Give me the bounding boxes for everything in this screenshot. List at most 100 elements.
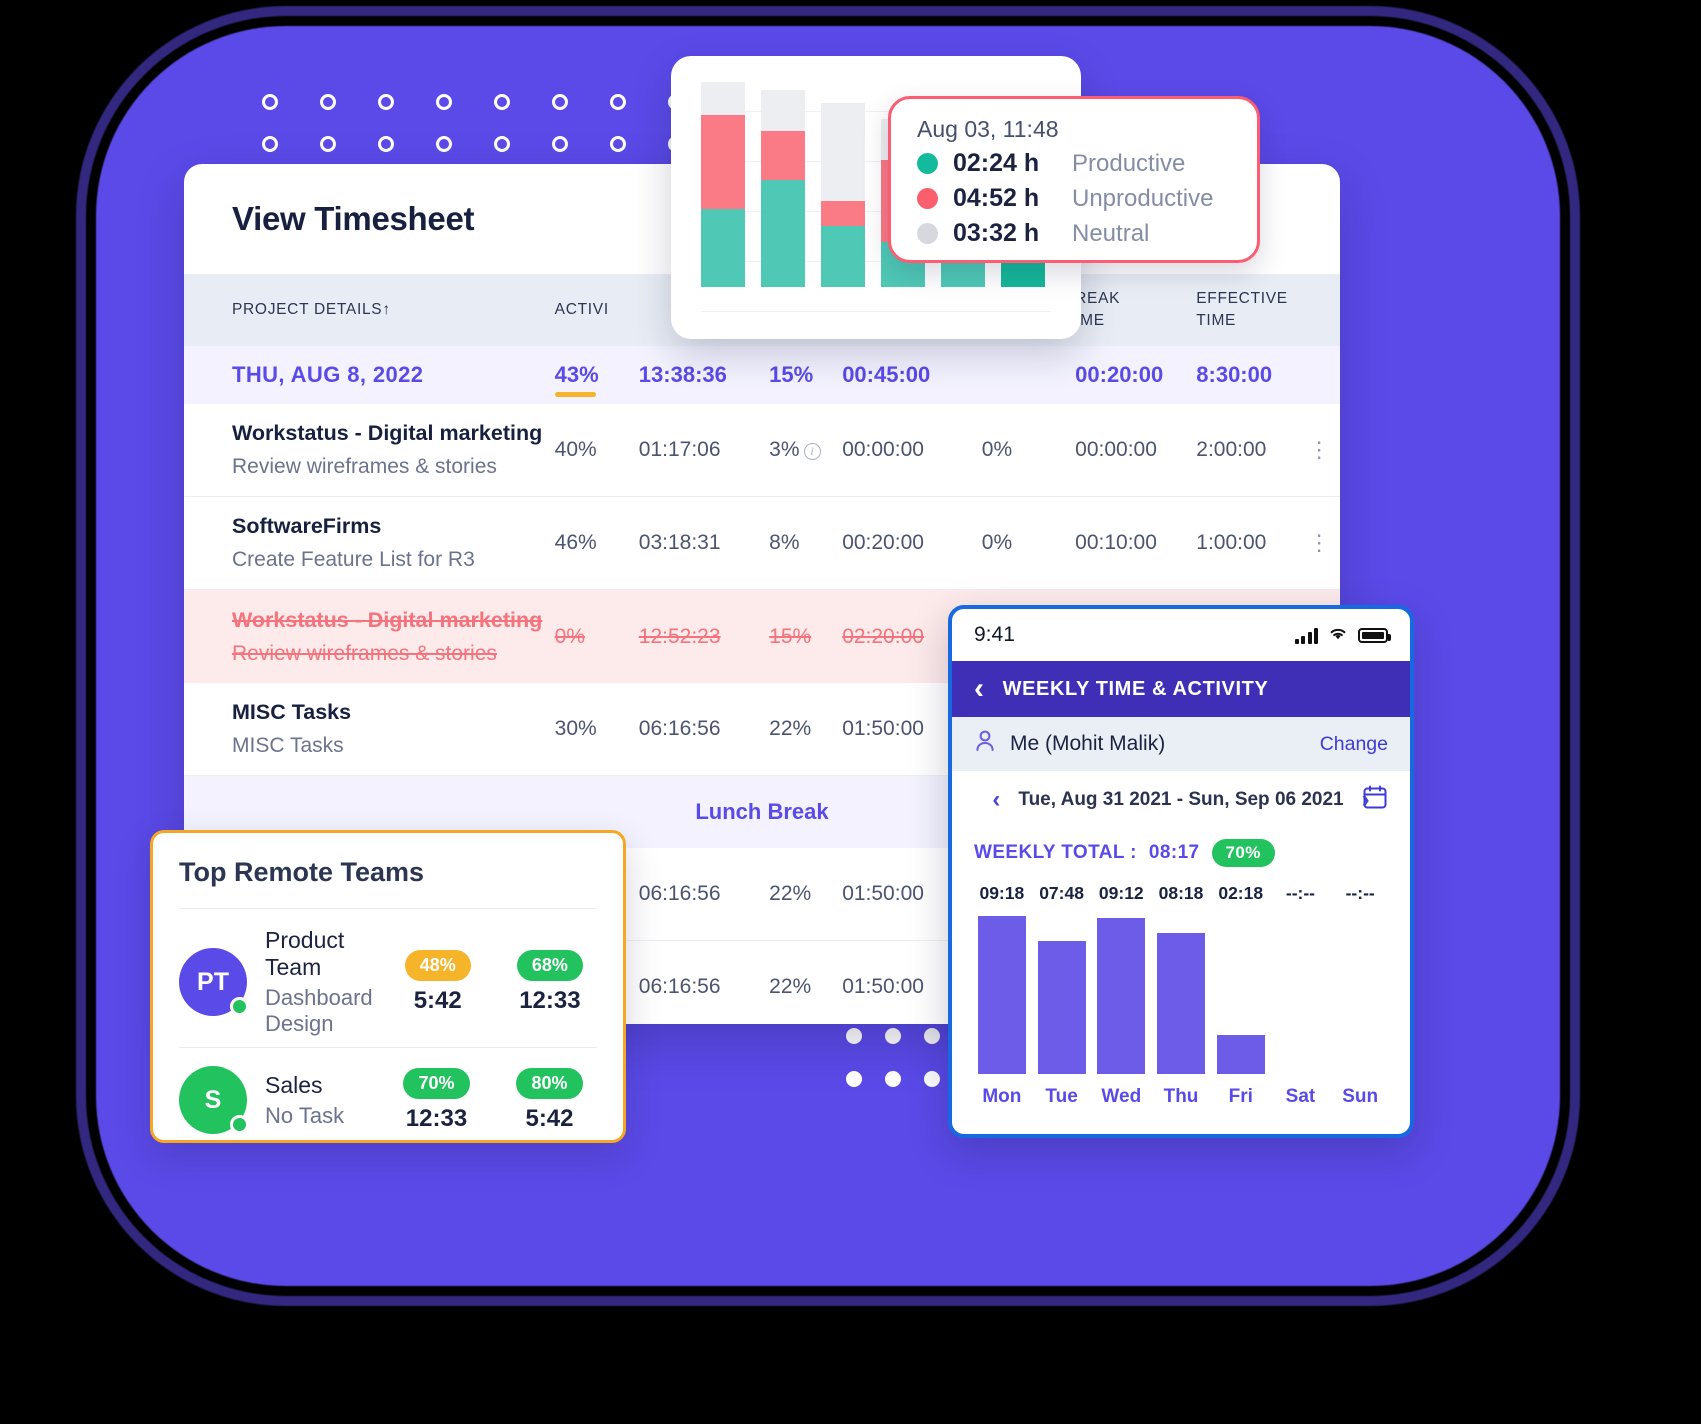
chart-bar-segment: [821, 200, 865, 226]
change-user-button[interactable]: Change: [1320, 733, 1388, 756]
chart-bar-segment: [761, 90, 805, 132]
summary-activity-value: 43%: [554, 362, 599, 397]
decorative-dot: [378, 94, 394, 110]
weekly-day-label: Thu: [1163, 1086, 1199, 1107]
weekly-value-label: 02:18: [1218, 883, 1264, 903]
weekly-bar[interactable]: [1037, 941, 1086, 1074]
decorative-dot: [885, 1028, 901, 1044]
top-remote-teams-title: Top Remote Teams: [179, 857, 425, 887]
summary-idle: 15%: [769, 362, 814, 387]
column-header-break-line1: REAK: [1075, 289, 1121, 307]
calendar-icon[interactable]: [1362, 784, 1388, 816]
back-chevron-icon[interactable]: ‹: [974, 672, 985, 706]
team-task: No Task: [265, 1102, 345, 1128]
weekly-day-label: Wed: [1101, 1086, 1142, 1107]
chart-bar-segment: [761, 131, 805, 181]
status-bar-icons: [1294, 623, 1391, 647]
row-project-subtitle: MISC Tasks: [232, 734, 344, 757]
row-break: 00:10:00: [1075, 531, 1157, 554]
weekly-day-label: Tue: [1045, 1086, 1078, 1107]
team-stat-time: 5:42: [413, 986, 462, 1014]
team-stat-primary: 70% 12:33: [389, 1067, 484, 1133]
chart-bar-segment: [761, 180, 805, 287]
online-presence-icon: [230, 1115, 249, 1134]
chart-bar: [821, 102, 865, 287]
weekly-value-label: 09:12: [1098, 883, 1144, 903]
mobile-app-window: 9:41 ‹ WEEKLY TIME & ACTIVITY Me (Mohit …: [948, 605, 1414, 1138]
row-manual-pct: 0%: [981, 438, 1013, 461]
decorative-dot: [494, 136, 510, 152]
table-row[interactable]: SoftwareFirms Create Feature List for R3…: [184, 497, 1340, 590]
avatar: S: [179, 1066, 249, 1134]
team-stat-secondary: 68% 12:33: [503, 949, 597, 1015]
team-info: Product Team Dashboard Design: [265, 927, 373, 1037]
weekly-value-label: 09:18: [979, 883, 1025, 903]
chart-bar-segment: [701, 114, 745, 210]
weekly-bar[interactable]: [1097, 917, 1146, 1074]
weekly-bar[interactable]: [1216, 1034, 1265, 1074]
decorative-dot: [885, 1071, 901, 1087]
phone-date-range-row: ‹ Tue, Aug 31 2021 - Sun, Sep 06 2021 ›: [952, 771, 1410, 829]
team-name: Product Team: [265, 927, 345, 980]
list-item[interactable]: S Sales No Task 70% 12:33 80% 5:42: [179, 1047, 597, 1144]
status-badge: 48%: [404, 949, 471, 981]
row-time: 06:16:56: [638, 882, 721, 905]
column-header-project-details[interactable]: PROJECT DETAILS↑: [184, 301, 549, 319]
row-idle: 15%: [769, 624, 812, 648]
row-effective: 2:00:00: [1196, 438, 1267, 461]
team-stat-time: 5:42: [525, 1104, 574, 1132]
screenshot-root: View Timesheet PROJECT DETAILS↑ ACTIVI R…: [0, 0, 1701, 1424]
column-header-effective-line2: TIME: [1196, 312, 1237, 329]
avatar-initials: PT: [197, 967, 229, 996]
decorative-dot: [320, 94, 336, 110]
row-manual-pct: 0%: [981, 531, 1013, 554]
phone-app-title: WEEKLY TIME & ACTIVITY: [1002, 677, 1269, 700]
summary-time: 13:38:36: [638, 362, 727, 387]
decorative-dot: [924, 1028, 940, 1044]
phone-user-row[interactable]: Me (Mohit Malik) Change: [952, 717, 1410, 771]
row-project-subtitle: Create Feature List for R3: [232, 548, 475, 571]
chart-tooltip: Aug 03, 11:48 02:24 h Productive 04:52 h…: [888, 96, 1260, 263]
row-manual: 00:00:00: [842, 438, 924, 461]
row-project-subtitle: Review wireframes & stories: [232, 641, 497, 665]
decorative-dot-grid-bottom: [846, 1028, 963, 1114]
column-header-break-time[interactable]: REAK IME: [1069, 288, 1190, 333]
list-item[interactable]: PT Product Team Dashboard Design 48% 5:4…: [179, 908, 597, 1047]
decorative-dot: [262, 94, 278, 110]
table-row-day-summary[interactable]: THU, AUG 8, 2022 43% 13:38:36 15% 00:45:…: [184, 346, 1340, 404]
row-menu-button[interactable]: ⋮: [1302, 439, 1340, 461]
chart-bar-segment: [701, 82, 745, 115]
chart-bar-segment: [821, 102, 865, 201]
tooltip-item-neutral: 03:32 h Neutral: [917, 219, 1231, 248]
row-project-title: MISC Tasks: [232, 700, 352, 724]
weekly-bar[interactable]: [1157, 933, 1206, 1074]
row-project-title: SoftwareFirms: [232, 514, 382, 538]
row-break: 00:00:00: [1075, 438, 1157, 461]
decorative-dot: [494, 94, 510, 110]
table-row[interactable]: Workstatus - Digital marketing Review wi…: [184, 404, 1340, 497]
row-menu-button[interactable]: ⋮: [1302, 532, 1340, 554]
prev-week-button[interactable]: ‹: [992, 786, 1000, 814]
weekly-value-label: 07:48: [1039, 883, 1084, 903]
row-project-title: Workstatus - Digital marketing: [232, 607, 543, 632]
weekly-bar-slot: [1330, 916, 1390, 1074]
row-project-title: Workstatus - Digital marketing: [232, 421, 543, 445]
weekly-day-label: Fri: [1228, 1086, 1253, 1107]
team-name: Sales: [265, 1071, 323, 1098]
row-activity: 30%: [554, 717, 597, 740]
column-header-effective-time[interactable]: EFFECTIVE TIME: [1190, 288, 1302, 333]
sort-arrow-icon[interactable]: ↑: [382, 301, 390, 318]
summary-activity: 43%: [549, 362, 633, 397]
column-header-activity[interactable]: ACTIVI: [549, 301, 633, 319]
status-badge: 68%: [516, 949, 583, 981]
weekly-value-labels: 09:18 07:48 09:12 08:18 02:18 --:-- --:--: [972, 883, 1390, 904]
weekly-total-row: WEEKLY TOTAL : 08:17 70%: [952, 829, 1410, 867]
decorative-dot: [262, 136, 278, 152]
team-info: Sales No Task: [265, 1072, 371, 1129]
weekly-bar[interactable]: [977, 916, 1026, 1074]
phone-user-name: Me (Mohit Malik): [1010, 732, 1166, 755]
info-icon[interactable]: i: [803, 443, 821, 460]
team-stat-primary: 48% 5:42: [391, 949, 485, 1015]
tooltip-neutral-value: 03:32 h: [953, 219, 1040, 247]
weekly-day-labels: Mon Tue Wed Thu Fri Sat Sun: [972, 1086, 1390, 1108]
